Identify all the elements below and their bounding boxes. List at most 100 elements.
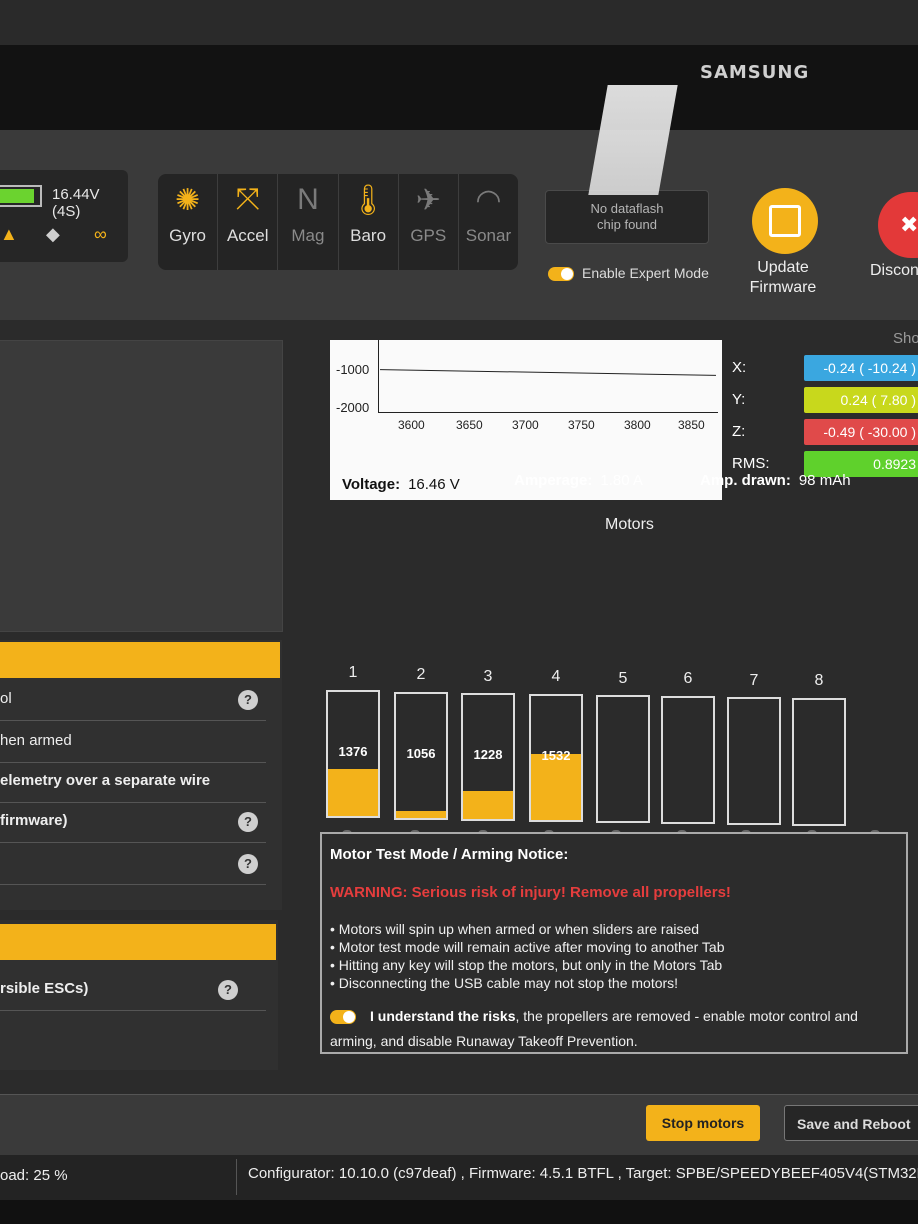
status-bar: oad: 25 % Configurator: 10.10.0 (c97deaf…: [0, 1155, 918, 1200]
help-icon[interactable]: ?: [218, 980, 238, 1000]
brand-logo: SAMSUNG: [700, 62, 810, 83]
motor-number: 5: [618, 670, 628, 687]
motor-bar: 1532: [529, 694, 583, 822]
expert-mode-label: Enable Expert Mode: [582, 265, 709, 281]
accel-icon: ⤧: [235, 183, 260, 216]
sensor-mag: N Mag: [278, 174, 339, 270]
bezel-edge: [0, 0, 918, 45]
footer-bar: Stop motors Save and Reboot: [0, 1094, 918, 1155]
update-firmware-button[interactable]: [752, 188, 818, 254]
motor-bar: 1376: [326, 690, 380, 818]
monitor-bezel: SAMSUNG: [0, 0, 918, 130]
sensor-status-bar: ✺ Gyro ⤧ Accel N Mag 🌡 Baro ✈ GPS ◠ Sonar: [158, 174, 518, 270]
parachute-icon: ◆: [46, 224, 60, 244]
gps-icon: ✈: [415, 183, 441, 217]
motor-bar: 1056: [394, 692, 448, 820]
sonar-icon: ◠: [475, 183, 502, 217]
options-group-1-header: [0, 642, 280, 678]
option-row: rsible ESCs)?: [0, 972, 266, 1011]
motors-title: Motors: [605, 516, 654, 533]
usb-icon: ✖: [900, 212, 918, 237]
motor-bar-fill: [463, 791, 513, 819]
expert-mode-toggle[interactable]: Enable Expert Mode: [548, 265, 718, 287]
notice-warning: WARNING: Serious risk of injury! Remove …: [330, 884, 731, 901]
motor-number: 4: [551, 668, 561, 685]
motor-bar-fill: [328, 769, 378, 816]
baro-icon: 🌡: [349, 183, 388, 217]
update-firmware-label: Update Firmware: [749, 259, 817, 296]
gyro-icon: ✺: [175, 183, 201, 217]
x-tick: 3650: [456, 418, 483, 432]
motor-value: 1376: [338, 744, 368, 759]
x-tick: 3750: [568, 418, 595, 432]
left-empty-panel: [0, 340, 283, 632]
risk-consent-switch[interactable]: [330, 1010, 356, 1024]
motor-bar-fill: [531, 754, 581, 820]
motor-number: 7: [749, 672, 759, 689]
help-icon[interactable]: ?: [238, 854, 258, 874]
x-tick: 3800: [624, 418, 651, 432]
y-axis: [378, 340, 379, 412]
x-tick: 3700: [512, 418, 539, 432]
status-panel: 16.44V (4S) ▲ ◆ ∞: [0, 170, 128, 262]
motor-value: 1532: [541, 748, 571, 763]
bezel-bottom: [0, 1200, 918, 1224]
motor-number: 2: [416, 666, 426, 683]
motor-bar: [792, 698, 846, 826]
option-row: ?: [0, 846, 266, 885]
status-divider: [236, 1159, 237, 1195]
motor-value: 1056: [406, 746, 436, 761]
app-window: 16.44V (4S) ▲ ◆ ∞ ✺ Gyro ⤧ Accel N Mag 🌡 Bar…: [0, 130, 918, 1200]
y-tick: -2000: [336, 400, 370, 415]
motor-bar: [727, 697, 781, 825]
sensor-gyro: ✺ Gyro: [158, 174, 219, 270]
arming-notice: Motor Test Mode / Arming Notice: WARNING…: [320, 832, 908, 1054]
y-tick: -1000: [336, 362, 370, 377]
battery-voltage: 16.44V (4S): [52, 186, 100, 220]
warning-icon: ▲: [0, 224, 18, 244]
voltage-readout: Voltage: 16.46 V: [342, 476, 460, 493]
motor-value: 1228: [473, 747, 503, 762]
cpu-load: oad: 25 %: [0, 1167, 68, 1184]
show-toggle-label[interactable]: Sho: [893, 330, 918, 347]
sensor-sonar: ◠ Sonar: [459, 174, 518, 270]
link-icon[interactable]: ∞: [94, 224, 107, 245]
option-row: elemetry over a separate wire: [0, 764, 266, 803]
motor-number: 6: [683, 670, 693, 687]
help-icon[interactable]: ?: [238, 690, 258, 710]
motor-bar: [596, 695, 650, 823]
sensor-gps: ✈ GPS: [399, 174, 459, 270]
expert-mode-switch[interactable]: [548, 267, 574, 281]
notice-bullet: • Motors will spin up when armed or when…: [330, 921, 700, 937]
motor-bar: [661, 696, 715, 824]
option-row: firmware)?: [0, 804, 266, 843]
notice-bullet: • Disconnecting the USB cable may not st…: [330, 975, 679, 991]
readout-z: Z: -0.49 ( -30.00 ): [722, 419, 918, 447]
readout-y: Y: 0.24 ( 7.80 ): [722, 387, 918, 415]
save-reboot-button[interactable]: Save and Reboot: [784, 1105, 918, 1141]
risk-consent-text: I understand the risks, the propellers a…: [330, 1008, 858, 1049]
x-tick: 3850: [678, 418, 705, 432]
motor-bar-fill: [396, 811, 446, 818]
notice-list: • Motors will spin up when armed or when…: [330, 920, 725, 992]
stop-motors-button[interactable]: Stop motors: [646, 1105, 760, 1141]
motor-bar: 1228: [461, 693, 515, 821]
notice-bullet: • Hitting any key will stop the motors, …: [330, 957, 723, 973]
motor-number: 3: [483, 668, 493, 685]
chip-icon: [769, 205, 801, 237]
disconnect-label: Discon: [870, 262, 918, 279]
motor-number: 1: [348, 664, 358, 681]
dataflash-status: No dataflash chip found: [545, 190, 709, 244]
readout-x: X: -0.24 ( -10.24 ): [722, 355, 918, 383]
motor-number: 8: [814, 672, 824, 689]
options-group-2-header: [0, 924, 276, 960]
option-row: hen armed: [0, 724, 266, 763]
x-tick: 3600: [398, 418, 425, 432]
help-icon[interactable]: ?: [238, 812, 258, 832]
header-bar: 16.44V (4S) ▲ ◆ ∞ ✺ Gyro ⤧ Accel N Mag 🌡 Bar…: [0, 130, 918, 320]
option-row: ol?: [0, 682, 266, 721]
disconnect-button[interactable]: ✖: [878, 192, 918, 258]
amp-drawn-readout: Amp. drawn: 98 mAh: [700, 472, 851, 489]
mag-icon: N: [297, 183, 319, 216]
notice-title: Motor Test Mode / Arming Notice:: [330, 846, 569, 863]
